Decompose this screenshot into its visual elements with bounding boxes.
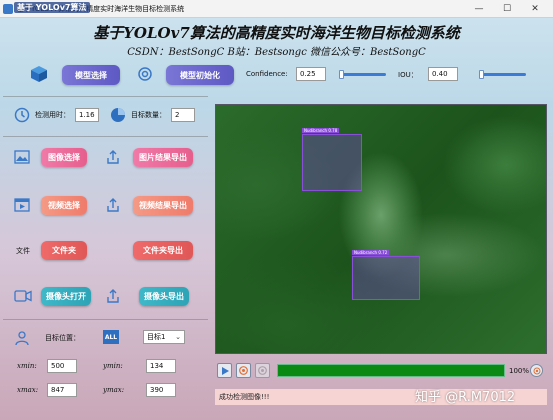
- close-button[interactable]: ✕: [521, 0, 549, 18]
- target-icon: [533, 367, 540, 374]
- stop-button[interactable]: [236, 363, 251, 378]
- maximize-button[interactable]: ☐: [493, 0, 521, 18]
- export-icon: [107, 198, 119, 212]
- window-titlebar: 基于YOLOv7算法的高精度实时海洋生物目标检测系统 基于 YOLOv7算法 —…: [0, 0, 553, 18]
- confidence-slider[interactable]: [339, 70, 386, 79]
- settings-button[interactable]: [530, 364, 543, 377]
- progress-percent: 100%: [509, 367, 530, 375]
- iou-label: IOU：: [398, 71, 418, 79]
- progress-fill: [278, 365, 504, 376]
- iou-slider[interactable]: [479, 70, 526, 79]
- model-init-button[interactable]: 模型初始化: [166, 65, 234, 85]
- all-targets-icon: ALL: [103, 330, 119, 344]
- folder-label: 文件: [16, 247, 30, 255]
- footer-watermark: 知乎 @R.M7012: [415, 390, 516, 405]
- video-icon: [14, 198, 30, 212]
- target-count-label: 目标数量：: [131, 111, 166, 119]
- target-count-value: 2: [171, 108, 195, 122]
- image-row: 图像选择 图片结果导出: [3, 146, 208, 172]
- page-subtitle: CSDN：BestSongC B站：Bestsongc 微信公众号：BestSo…: [127, 47, 426, 58]
- folder-row: 文件 文件夹 文件夹导出: [3, 239, 208, 265]
- coords-row-2: xmax: 847 ymax: 390: [3, 381, 208, 401]
- coords-row-1: xmin: 500 ymin: 134: [3, 357, 208, 377]
- camera-open-button[interactable]: 摄像头打开: [41, 287, 91, 306]
- ymax-label: ymax:: [103, 386, 125, 394]
- minimize-button[interactable]: —: [465, 0, 493, 18]
- video-export-button[interactable]: 视频结果导出: [133, 196, 193, 215]
- divider: [3, 136, 208, 137]
- detection-box: Nudibranch 0.72: [352, 250, 420, 300]
- detection-box: Nudibranch 0.78: [302, 128, 362, 191]
- xmin-value: 500: [47, 359, 77, 373]
- gear-icon: [138, 67, 152, 81]
- target-position-label: 目标位置：: [45, 334, 80, 342]
- model-toolbar: 模型选择 模型初始化 Confidence: 0.25 IOU： 0.40: [0, 62, 553, 88]
- divider: [3, 319, 208, 320]
- detect-time-label: 检测用时：: [35, 111, 70, 119]
- camera-export-button[interactable]: 摄像头导出: [139, 287, 189, 306]
- player-controls: 100%: [215, 361, 547, 381]
- image-export-button[interactable]: 图片结果导出: [133, 148, 193, 167]
- xmax-value: 847: [47, 383, 77, 397]
- folder-select-button[interactable]: 文件夹: [41, 241, 87, 260]
- clock-icon: [14, 107, 30, 123]
- ymax-value: 390: [146, 383, 176, 397]
- detection-display: Nudibranch 0.78 Nudibranch 0.72: [215, 104, 547, 354]
- record-icon: [258, 366, 267, 375]
- user-icon: [15, 331, 29, 346]
- model-select-button[interactable]: 模型选择: [62, 65, 120, 85]
- underwater-image: [216, 105, 546, 353]
- play-button[interactable]: [217, 363, 232, 378]
- ymin-label: ymin:: [103, 362, 123, 370]
- pie-chart-icon: [111, 108, 125, 122]
- detection-label: Nudibranch 0.78: [302, 128, 340, 133]
- xmax-label: xmax:: [17, 386, 39, 394]
- page-title: 基于YOLOv7算法的高精度实时海洋生物目标检测系统: [93, 24, 460, 42]
- video-row: 视频选择 视频结果导出: [3, 194, 208, 220]
- cube-icon: [31, 66, 47, 82]
- xmin-label: xmin:: [17, 362, 37, 370]
- watermark-badge: 基于 YOLOv7算法: [14, 2, 90, 13]
- target-dropdown-value: 目标1: [147, 333, 166, 341]
- target-position-row: 目标位置： ALL 目标1 ⌄: [3, 328, 208, 348]
- export-icon: [107, 150, 119, 164]
- camera-icon: [14, 290, 32, 302]
- export-icon: [107, 289, 119, 303]
- chevron-down-icon: ⌄: [175, 333, 181, 341]
- detect-time-value: 1.16: [75, 108, 99, 122]
- detection-label: Nudibranch 0.72: [352, 250, 390, 255]
- app-icon: [3, 3, 13, 14]
- image-icon: [14, 150, 30, 164]
- ymin-value: 134: [146, 359, 176, 373]
- confidence-slider-handle[interactable]: [339, 70, 344, 79]
- stop-icon: [239, 366, 248, 375]
- camera-row: 摄像头打开 摄像头导出: [3, 285, 208, 311]
- video-select-button[interactable]: 视频选择: [41, 196, 87, 215]
- iou-slider-handle[interactable]: [479, 70, 484, 79]
- image-select-button[interactable]: 图像选择: [41, 148, 87, 167]
- iou-spinbox[interactable]: 0.40: [428, 67, 458, 81]
- confidence-spinbox[interactable]: 0.25: [296, 67, 326, 81]
- control-panel: 检测用时： 1.16 目标数量： 2 图像选择 图片结果导出 视频选择 视频结果…: [3, 96, 208, 418]
- confidence-label: Confidence:: [246, 70, 288, 78]
- divider: [3, 96, 208, 97]
- play-icon: [221, 366, 229, 375]
- target-dropdown[interactable]: 目标1 ⌄: [143, 330, 185, 344]
- record-button[interactable]: [255, 363, 270, 378]
- folder-export-button[interactable]: 文件夹导出: [133, 241, 193, 260]
- stats-row: 检测用时： 1.16 目标数量： 2: [3, 102, 208, 130]
- progress-bar[interactable]: [277, 364, 505, 377]
